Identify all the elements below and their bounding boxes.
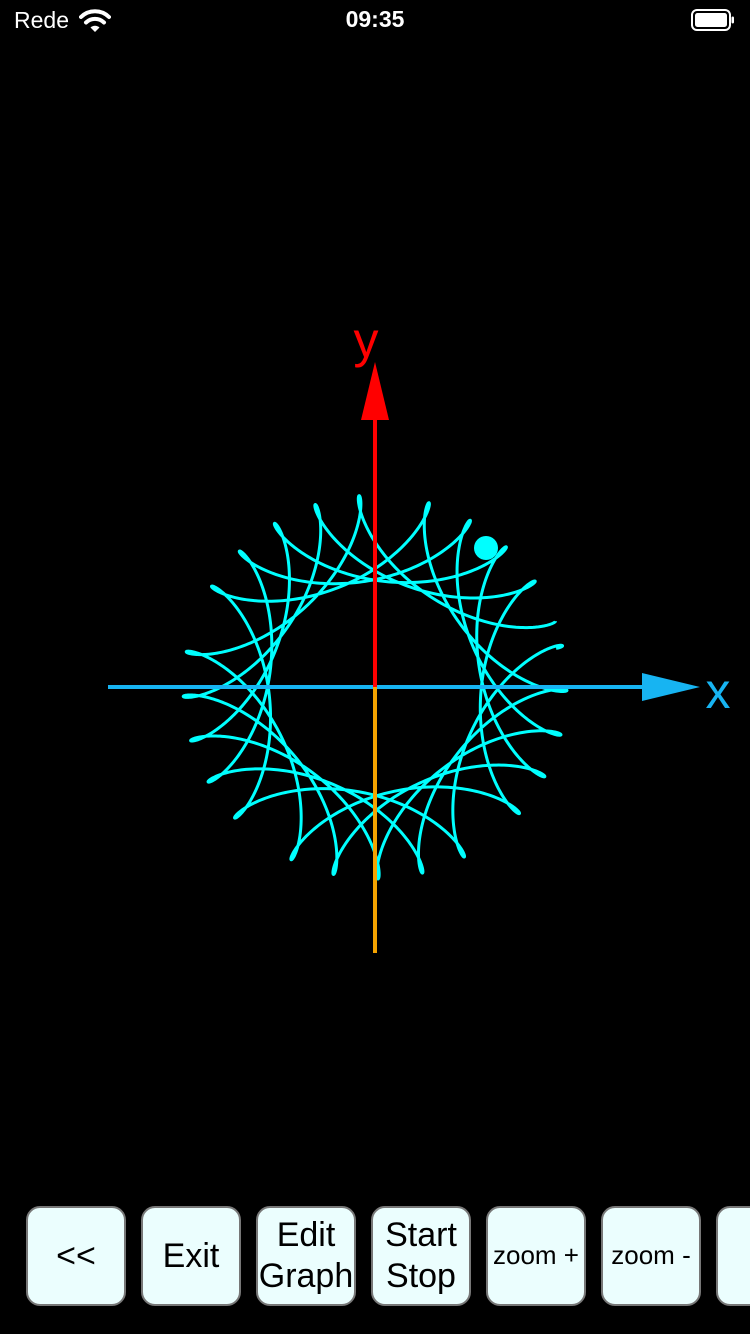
start-stop-button[interactable]: Start Stop — [371, 1206, 471, 1306]
x-axis-arrowhead — [642, 673, 700, 701]
graph-canvas[interactable]: x y — [0, 0, 750, 1334]
more-button[interactable] — [716, 1206, 750, 1306]
y-axis-label: y — [354, 312, 379, 368]
zoom-in-button[interactable]: zoom + — [486, 1206, 586, 1306]
edit-graph-button[interactable]: Edit Graph — [256, 1206, 356, 1306]
x-axis-label: x — [706, 663, 731, 719]
tracer-dot — [474, 536, 498, 560]
bottom-toolbar: << Exit Edit Graph Start Stop zoom + zoo… — [0, 1206, 750, 1308]
exit-button[interactable]: Exit — [141, 1206, 241, 1306]
y-axis-arrowhead — [361, 362, 389, 420]
back-button[interactable]: << — [26, 1206, 126, 1306]
zoom-out-button[interactable]: zoom - — [601, 1206, 701, 1306]
